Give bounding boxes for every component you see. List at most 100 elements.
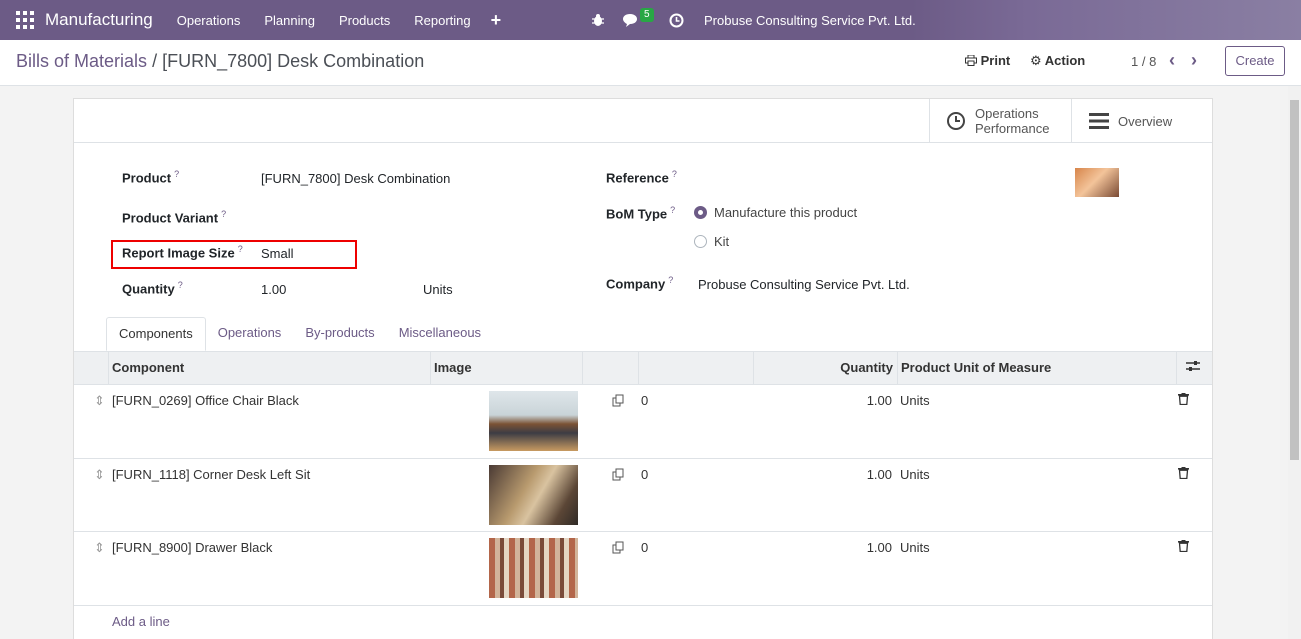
row-copy-value: 0 xyxy=(641,393,649,408)
overview-label: Overview xyxy=(1118,113,1173,129)
list-icon xyxy=(1089,113,1109,129)
trash-icon[interactable] xyxy=(1178,540,1189,555)
quantity-field[interactable]: 1.00 xyxy=(261,282,286,297)
product-image[interactable] xyxy=(1075,168,1119,197)
form-sheet: Operations Performance Overview Product? … xyxy=(73,98,1213,639)
trash-icon[interactable] xyxy=(1178,467,1189,482)
trash-icon[interactable] xyxy=(1178,393,1189,408)
copy-icon[interactable] xyxy=(612,468,625,484)
col-image[interactable]: Image xyxy=(430,352,582,384)
pager-next-icon[interactable]: › xyxy=(1191,50,1197,71)
action-button[interactable]: ⚙ Action xyxy=(1030,53,1085,69)
radio-kit-label: Kit xyxy=(714,234,730,249)
row-quantity[interactable]: 1.00 xyxy=(844,467,892,482)
notebook-tabs: Components Operations By-products Miscel… xyxy=(106,317,493,352)
action-label: Action xyxy=(1044,53,1086,68)
product-field[interactable]: [FURN_7800] Desk Combination xyxy=(261,171,450,186)
overview-button[interactable]: Overview xyxy=(1071,99,1212,143)
tab-miscellaneous[interactable]: Miscellaneous xyxy=(387,317,493,351)
row-uom[interactable]: Units xyxy=(900,540,930,555)
operations-performance-button[interactable]: Operations Performance xyxy=(929,99,1071,143)
scrollbar-thumb[interactable] xyxy=(1290,100,1299,460)
breadcrumb-current: [FURN_7800] Desk Combination xyxy=(162,51,425,71)
report-image-size-label: Report Image Size? xyxy=(122,244,243,261)
menu-planning[interactable]: Planning xyxy=(264,13,315,28)
breadcrumb-separator: / xyxy=(152,51,158,71)
col-blank-1 xyxy=(582,352,638,384)
tab-by-products[interactable]: By-products xyxy=(293,317,386,351)
row-component[interactable]: [FURN_0269] Office Chair Black xyxy=(112,393,299,408)
help-icon: ? xyxy=(177,280,183,290)
help-icon: ? xyxy=(668,275,674,285)
table-row[interactable]: ⇕ [FURN_0269] Office Chair Black 0 1.00 … xyxy=(74,385,1212,459)
radio-kit[interactable] xyxy=(694,235,707,248)
activity-clock-icon[interactable] xyxy=(669,0,684,40)
col-component[interactable]: Component xyxy=(108,352,432,384)
drag-handle-icon[interactable]: ⇕ xyxy=(94,393,105,409)
help-icon: ? xyxy=(174,169,180,179)
company-switcher[interactable]: Probuse Consulting Service Pvt. Ltd. xyxy=(704,13,916,28)
row-uom[interactable]: Units xyxy=(900,393,930,408)
apps-grid-icon[interactable] xyxy=(16,11,34,29)
chat-icon[interactable] xyxy=(622,0,639,40)
tab-operations[interactable]: Operations xyxy=(206,317,294,351)
row-quantity[interactable]: 1.00 xyxy=(844,540,892,555)
table-header: Component Image Quantity Product Unit of… xyxy=(74,351,1212,385)
product-label: Product? xyxy=(122,169,180,186)
row-copy-value: 0 xyxy=(641,540,649,555)
drag-handle-icon[interactable]: ⇕ xyxy=(94,467,105,483)
scrollbar[interactable] xyxy=(1288,86,1301,639)
add-line-link[interactable]: Add a line xyxy=(112,614,170,629)
help-icon: ? xyxy=(670,205,676,215)
print-icon xyxy=(965,54,977,66)
bug-icon[interactable] xyxy=(591,0,605,40)
smart-button-box: Operations Performance Overview xyxy=(74,99,1212,143)
copy-icon[interactable] xyxy=(612,541,625,557)
col-blank-2 xyxy=(638,352,754,384)
radio-manufacture[interactable] xyxy=(694,206,707,219)
gear-icon: ⚙ xyxy=(1030,53,1042,68)
report-image-size-field[interactable]: Small xyxy=(261,246,294,261)
copy-icon[interactable] xyxy=(612,394,625,410)
optional-columns-icon[interactable] xyxy=(1176,352,1212,384)
help-icon: ? xyxy=(237,244,243,254)
company-label: Company? xyxy=(606,275,674,292)
breadcrumb-parent[interactable]: Bills of Materials xyxy=(16,51,147,71)
product-variant-label: Product Variant? xyxy=(122,209,227,226)
breadcrumb: Bills of Materials / [FURN_7800] Desk Co… xyxy=(16,51,424,72)
col-uom[interactable]: Product Unit of Measure xyxy=(897,352,1177,384)
uom-field[interactable]: Units xyxy=(423,282,453,297)
chat-count-badge: 5 xyxy=(640,8,654,22)
add-menu-icon[interactable]: + xyxy=(491,10,502,31)
clock-icon xyxy=(947,112,965,130)
row-component[interactable]: [FURN_1118] Corner Desk Left Sit xyxy=(112,467,310,482)
menu-reporting[interactable]: Reporting xyxy=(414,13,470,28)
top-navbar: Manufacturing Operations Planning Produc… xyxy=(0,0,1301,40)
print-label: Print xyxy=(980,53,1011,68)
row-image[interactable] xyxy=(489,391,578,451)
col-quantity[interactable]: Quantity xyxy=(753,352,897,384)
ops-line1: Operations xyxy=(975,106,1039,121)
tab-components[interactable]: Components xyxy=(106,317,206,351)
ops-line2: Performance xyxy=(975,121,1050,136)
row-quantity[interactable]: 1.00 xyxy=(844,393,892,408)
company-field[interactable]: Probuse Consulting Service Pvt. Ltd. xyxy=(698,277,910,292)
drag-handle-icon[interactable]: ⇕ xyxy=(94,540,105,556)
menu-products[interactable]: Products xyxy=(339,13,390,28)
menu-operations[interactable]: Operations xyxy=(177,13,241,28)
create-button[interactable]: Create xyxy=(1225,46,1285,76)
help-icon: ? xyxy=(671,169,677,179)
row-image[interactable] xyxy=(489,465,578,525)
row-image[interactable] xyxy=(489,538,578,598)
radio-manufacture-label: Manufacture this product xyxy=(714,205,858,220)
bom-type-label: BoM Type? xyxy=(606,205,676,222)
table-row[interactable]: ⇕ [FURN_8900] Drawer Black 0 1.00 Units xyxy=(74,532,1212,606)
row-uom[interactable]: Units xyxy=(900,467,930,482)
pager-previous-icon[interactable]: ‹ xyxy=(1169,50,1175,71)
app-name[interactable]: Manufacturing xyxy=(45,10,153,30)
control-panel: Bills of Materials / [FURN_7800] Desk Co… xyxy=(0,40,1301,86)
row-component[interactable]: [FURN_8900] Drawer Black xyxy=(112,540,272,555)
table-row[interactable]: ⇕ [FURN_1118] Corner Desk Left Sit 0 1.0… xyxy=(74,459,1212,532)
print-button[interactable]: Print xyxy=(965,53,1010,68)
pager-value[interactable]: 1 / 8 xyxy=(1131,54,1156,69)
